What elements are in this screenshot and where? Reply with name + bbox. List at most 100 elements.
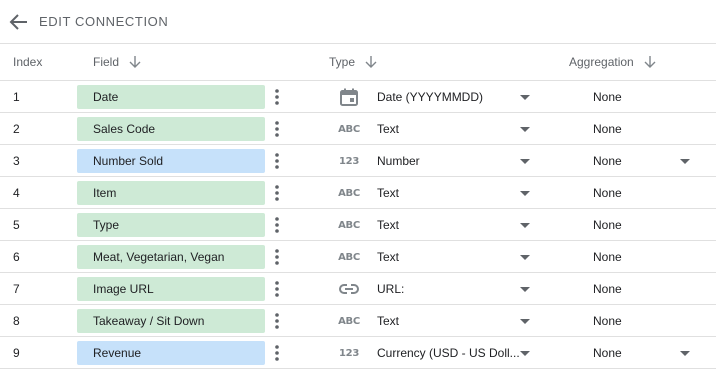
table-row: 2 Sales Code ABC Text None [0,113,716,145]
field-chip[interactable]: Image URL [77,277,265,301]
row-index: 2 [13,122,20,136]
column-header-type[interactable]: Type [329,55,377,69]
text-abc-icon: ABC [338,315,360,327]
row-index: 8 [13,314,20,328]
top-bar: EDIT CONNECTION [0,0,716,44]
chevron-down-icon [520,319,530,324]
field-chip[interactable]: Type [77,213,265,237]
aggregation-value: None [593,122,622,136]
type-dropdown-value: Text [377,122,400,136]
chevron-down-icon [520,191,530,196]
type-dropdown[interactable]: Text [377,118,533,140]
chevron-down-icon [680,351,690,356]
chevron-down-icon [680,159,690,164]
column-header-aggregation[interactable]: Aggregation [569,55,656,69]
type-dropdown-value: Currency (USD - US Doll... [377,346,520,360]
column-header-field-label: Field [93,55,120,69]
table-header: Index Field Type Aggregation [0,44,716,81]
table-row: 7 Image URL URL: None [0,273,716,305]
table-row: 5 Type ABC Text None [0,209,716,241]
column-header-field[interactable]: Field [93,55,141,69]
aggregation-value: None [593,314,622,328]
type-dropdown-value: URL: [377,282,405,296]
aggregation-dropdown[interactable]: None [580,341,700,365]
aggregation-dropdown[interactable]: None [580,149,700,173]
type-dropdown[interactable]: Number [377,150,533,172]
table-row: 3 Number Sold 123 Number None [0,145,716,177]
type-dropdown-value: Number [377,154,420,168]
chevron-down-icon [520,223,530,228]
chevron-down-icon [520,127,530,132]
type-dropdown[interactable]: Text [377,310,533,332]
type-dropdown[interactable]: URL: [377,278,533,300]
number-123-icon: 123 [339,155,359,167]
more-vert-icon[interactable] [270,280,284,298]
more-vert-icon[interactable] [270,216,284,234]
arrow-down-icon[interactable] [129,55,141,69]
field-chip[interactable]: Item [77,181,265,205]
chevron-down-icon [520,95,530,100]
text-abc-icon: ABC [338,219,360,231]
text-abc-icon: ABC [338,187,360,199]
row-index: 5 [13,218,20,232]
text-abc-icon: ABC [338,251,360,263]
column-header-index: Index [13,55,42,69]
table-row: 8 Takeaway / Sit Down ABC Text None [0,305,716,337]
arrow-left-icon[interactable] [9,13,29,31]
more-vert-icon[interactable] [270,344,284,362]
type-dropdown[interactable]: Currency (USD - US Doll... [377,342,533,364]
more-vert-icon[interactable] [270,184,284,202]
aggregation-value: None [593,186,622,200]
more-vert-icon[interactable] [270,120,284,138]
table-row: 4 Item ABC Text None [0,177,716,209]
chevron-down-icon [520,255,530,260]
link-icon [337,279,361,299]
type-dropdown-value: Date (YYYYMMDD) [377,90,484,104]
field-chip[interactable]: Sales Code [77,117,265,141]
number-123-icon: 123 [339,347,359,359]
arrow-down-icon[interactable] [365,55,377,69]
type-dropdown[interactable]: Text [377,182,533,204]
chevron-down-icon [520,287,530,292]
table-row: 6 Meat, Vegetarian, Vegan ABC Text None [0,241,716,273]
aggregation-value: None [593,90,622,104]
table-row: 9 Revenue 123 Currency (USD - US Doll... Non… [0,337,716,369]
column-header-type-label: Type [329,55,356,69]
row-index: 9 [13,346,20,360]
aggregation-value: None [593,282,622,296]
more-vert-icon[interactable] [270,248,284,266]
more-vert-icon[interactable] [270,312,284,330]
chevron-down-icon [520,351,530,356]
row-index: 1 [13,90,20,104]
more-vert-icon[interactable] [270,152,284,170]
field-chip[interactable]: Takeaway / Sit Down [77,309,265,333]
field-chip[interactable]: Date [77,85,265,109]
aggregation-value: None [593,250,622,264]
type-dropdown[interactable]: Date (YYYYMMDD) [377,86,533,108]
calendar-icon [337,87,361,107]
more-vert-icon[interactable] [270,88,284,106]
row-index: 6 [13,250,20,264]
field-chip[interactable]: Revenue [77,341,265,365]
type-dropdown-value: Text [377,186,400,200]
aggregation-value: None [593,346,622,360]
type-dropdown-value: Text [377,218,400,232]
field-chip[interactable]: Number Sold [77,149,265,173]
arrow-down-icon[interactable] [644,55,656,69]
type-dropdown-value: Text [377,250,400,264]
row-index: 7 [13,282,20,296]
column-header-aggregation-label: Aggregation [569,55,634,69]
row-index: 3 [13,154,20,168]
type-dropdown[interactable]: Text [377,246,533,268]
type-dropdown[interactable]: Text [377,214,533,236]
column-header-index-label: Index [13,55,43,69]
field-chip[interactable]: Meat, Vegetarian, Vegan [77,245,265,269]
row-index: 4 [13,186,20,200]
chevron-down-icon [520,159,530,164]
aggregation-value: None [593,218,622,232]
table-row: 1 Date Date (YYYYMMDD) None [0,81,716,113]
page-title: EDIT CONNECTION [39,14,169,29]
aggregation-value: None [593,154,622,168]
text-abc-icon: ABC [338,123,360,135]
type-dropdown-value: Text [377,314,400,328]
